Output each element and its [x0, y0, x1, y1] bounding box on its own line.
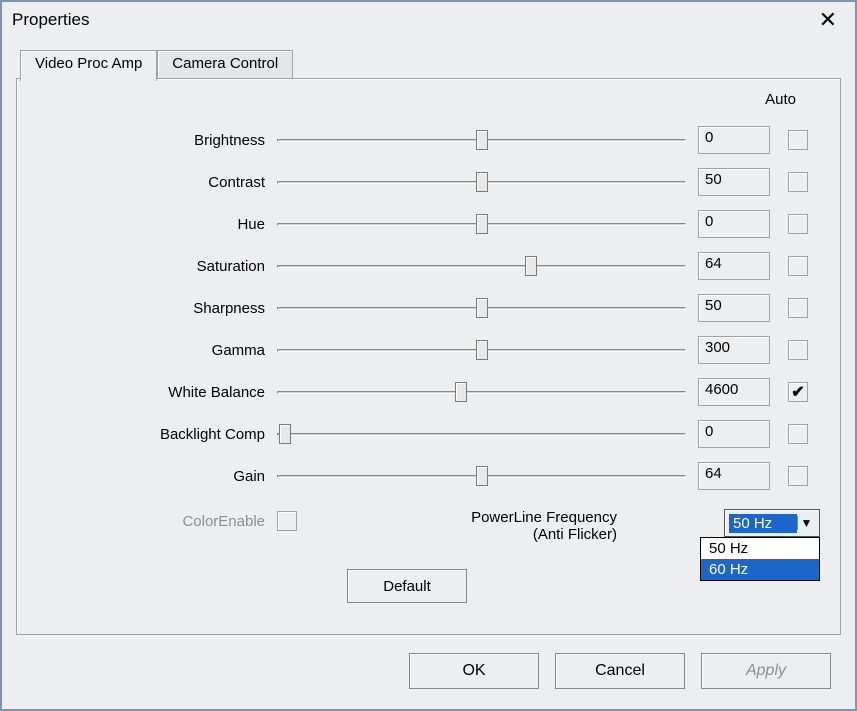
property-label: Contrast [17, 174, 277, 191]
property-slider[interactable] [277, 130, 686, 150]
property-value[interactable]: 64 [698, 252, 770, 280]
property-row: Hue 0 [17, 203, 840, 245]
tab-video-proc-amp[interactable]: Video Proc Amp [20, 50, 157, 81]
property-slider[interactable] [277, 214, 686, 234]
property-slider[interactable] [277, 256, 686, 276]
auto-checkbox[interactable] [788, 382, 808, 402]
powerline-selected: 50 Hz [729, 514, 797, 533]
property-value[interactable]: 4600 [698, 378, 770, 406]
property-row: Sharpness 50 [17, 287, 840, 329]
property-value[interactable]: 0 [698, 210, 770, 238]
property-label: Saturation [17, 258, 277, 275]
property-row: Contrast 50 [17, 161, 840, 203]
cancel-button[interactable]: Cancel [555, 653, 685, 689]
property-label: Hue [17, 216, 277, 233]
default-button[interactable]: Default [347, 569, 467, 603]
powerline-select[interactable]: 50 Hz ▼ [724, 509, 820, 537]
tab-camera-control[interactable]: Camera Control [157, 50, 293, 80]
powerline-option[interactable]: 50 Hz [701, 538, 819, 559]
property-row: Saturation 64 [17, 245, 840, 287]
property-row: Backlight Comp 0 [17, 413, 840, 455]
property-slider[interactable] [277, 298, 686, 318]
auto-checkbox[interactable] [788, 424, 808, 444]
tab-strip: Video Proc Amp Camera Control [20, 50, 293, 80]
property-label: Brightness [17, 132, 277, 149]
powerline-dropdown[interactable]: 50 Hz60 Hz [700, 537, 820, 581]
color-enable-row: ColorEnable [17, 511, 297, 531]
auto-column-header: Auto [765, 91, 796, 108]
property-slider[interactable] [277, 172, 686, 192]
title-bar: Properties ✕ [2, 2, 855, 38]
property-value[interactable]: 0 [698, 126, 770, 154]
apply-button: Apply [701, 653, 831, 689]
powerline-option[interactable]: 60 Hz [701, 559, 819, 580]
tab-panel: Auto Brightness 0 Contrast 50 Hue 0 Saturation… [16, 78, 841, 635]
property-value[interactable]: 300 [698, 336, 770, 364]
auto-checkbox[interactable] [788, 340, 808, 360]
property-label: Gamma [17, 342, 277, 359]
property-label: White Balance [17, 384, 277, 401]
color-enable-checkbox [277, 511, 297, 531]
window-title: Properties [12, 10, 89, 30]
properties-dialog: Properties ✕ Video Proc Amp Camera Contr… [0, 0, 857, 711]
property-value[interactable]: 50 [698, 294, 770, 322]
property-label: Gain [17, 468, 277, 485]
property-slider[interactable] [277, 382, 686, 402]
property-row: Brightness 0 [17, 119, 840, 161]
auto-checkbox[interactable] [788, 256, 808, 276]
property-label: Sharpness [17, 300, 277, 317]
color-enable-label: ColorEnable [17, 513, 277, 530]
auto-checkbox[interactable] [788, 298, 808, 318]
property-label: Backlight Comp [17, 426, 277, 443]
powerline-label: PowerLine Frequency (Anti Flicker) [367, 509, 617, 543]
property-slider[interactable] [277, 424, 686, 444]
client-area: Video Proc Amp Camera Control Auto Brigh… [16, 50, 841, 635]
chevron-down-icon[interactable]: ▼ [797, 516, 815, 530]
dialog-button-row: OK Cancel Apply [409, 653, 831, 689]
property-row: Gamma 300 [17, 329, 840, 371]
auto-checkbox[interactable] [788, 466, 808, 486]
property-slider[interactable] [277, 340, 686, 360]
ok-button[interactable]: OK [409, 653, 539, 689]
auto-checkbox[interactable] [788, 214, 808, 234]
property-row: Gain 64 [17, 455, 840, 497]
property-row: White Balance 4600 [17, 371, 840, 413]
property-value[interactable]: 50 [698, 168, 770, 196]
close-icon[interactable]: ✕ [811, 7, 845, 33]
auto-checkbox[interactable] [788, 130, 808, 150]
property-slider[interactable] [277, 466, 686, 486]
auto-checkbox[interactable] [788, 172, 808, 192]
property-value[interactable]: 64 [698, 462, 770, 490]
property-value[interactable]: 0 [698, 420, 770, 448]
